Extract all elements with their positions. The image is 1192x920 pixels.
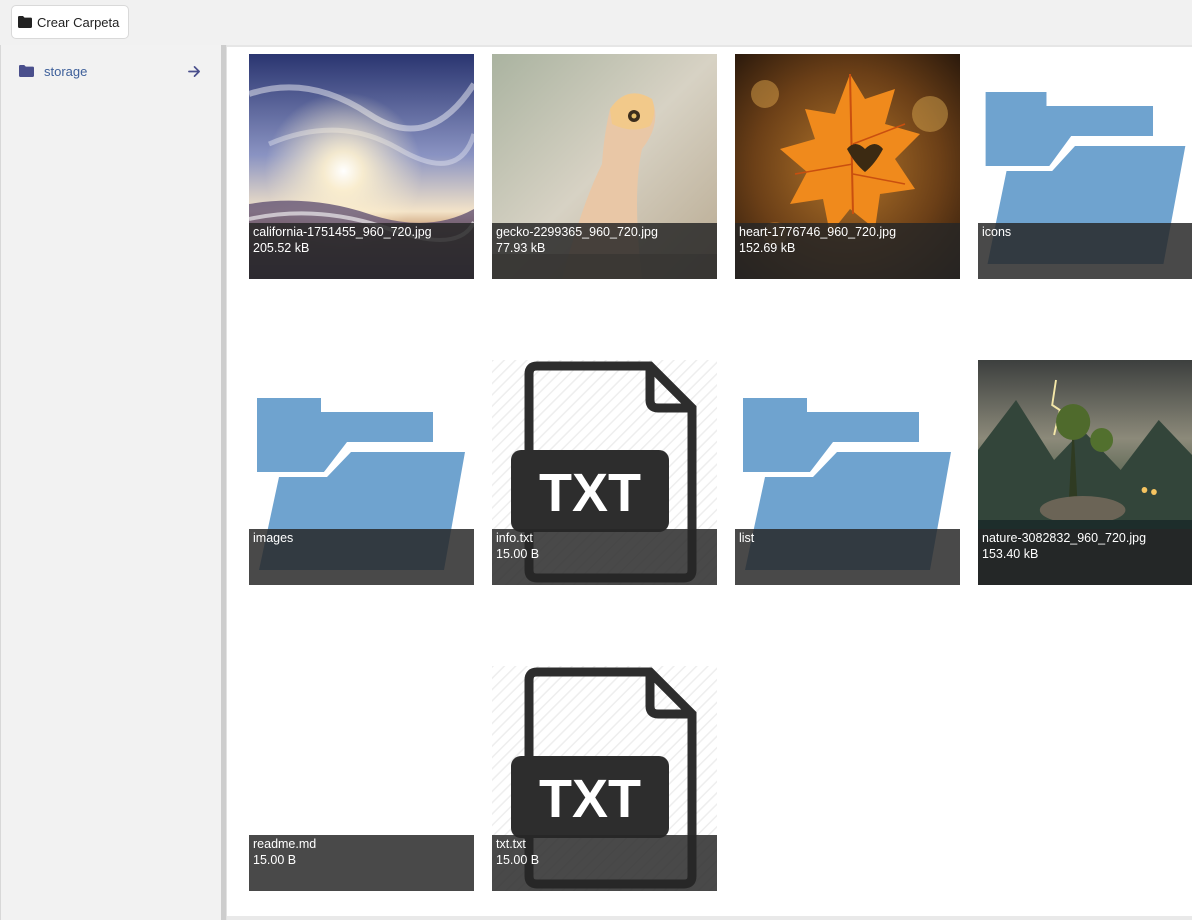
file-caption: icons (978, 223, 1192, 279)
file-tile[interactable]: gecko-2299365_960_720.jpg 77.93 kB (492, 54, 717, 279)
sidebar-item-label: storage (44, 63, 88, 79)
folder-icon (18, 16, 32, 28)
file-name: nature-3082832_960_720.jpg (982, 531, 1147, 545)
file-caption: info.txt 15.00 B (492, 529, 717, 585)
sidebar: storage (0, 45, 221, 920)
file-caption: txt.txt 15.00 B (492, 835, 717, 891)
file-size: 77.93 kB (496, 241, 546, 255)
file-name: icons (982, 225, 1012, 239)
sidebar-item-storage[interactable]: storage (19, 63, 204, 79)
file-size: 15.00 B (496, 547, 540, 561)
file-caption: california-1751455_960_720.jpg 205.52 kB (249, 223, 474, 279)
file-size: 205.52 kB (253, 241, 310, 255)
file-size: 152.69 kB (739, 241, 796, 255)
file-tile[interactable]: list (735, 360, 960, 585)
file-caption: heart-1776746_960_720.jpg 152.69 kB (735, 223, 960, 279)
file-tile[interactable]: TXT info.txt 15.00 B (492, 360, 717, 585)
file-tile[interactable]: icons (978, 54, 1192, 279)
create-folder-label: Crear Carpeta (37, 14, 120, 30)
file-size: 15.00 B (496, 853, 540, 867)
file-name: info.txt (496, 531, 533, 545)
file-name: heart-1776746_960_720.jpg (739, 225, 897, 239)
create-folder-button[interactable]: Crear Carpeta (11, 5, 130, 39)
arrow-right-icon[interactable] (188, 63, 202, 79)
toolbar: Crear Carpeta (0, 0, 1192, 45)
bottom-border (227, 916, 1192, 920)
svg-text:TXT: TXT (539, 463, 641, 523)
file-name: txt.txt (496, 837, 526, 851)
file-size: 153.40 kB (982, 547, 1039, 561)
file-name: images (253, 531, 294, 545)
file-caption: list (735, 529, 960, 585)
file-tile[interactable]: TXT txt.txt 15.00 B (492, 666, 717, 891)
file-tile[interactable]: california-1751455_960_720.jpg 205.52 kB (249, 54, 474, 279)
file-tile[interactable]: nature-3082832_960_720.jpg 153.40 kB (978, 360, 1192, 585)
file-tile[interactable]: images (249, 360, 474, 585)
svg-text:TXT: TXT (539, 769, 641, 829)
folder-icon (19, 65, 34, 77)
file-tile[interactable]: readme.md 15.00 B (249, 666, 474, 891)
file-caption: nature-3082832_960_720.jpg 153.40 kB (978, 529, 1192, 585)
file-name: gecko-2299365_960_720.jpg (496, 225, 658, 239)
file-caption: readme.md 15.00 B (249, 835, 474, 891)
file-caption: gecko-2299365_960_720.jpg 77.93 kB (492, 223, 717, 279)
file-size: 15.00 B (253, 853, 297, 867)
file-tile[interactable]: heart-1776746_960_720.jpg 152.69 kB (735, 54, 960, 279)
file-name: california-1751455_960_720.jpg (253, 225, 432, 239)
file-caption: images (249, 529, 474, 585)
file-grid: california-1751455_960_720.jpg 205.52 kB (227, 45, 1192, 916)
file-name: readme.md (253, 837, 317, 851)
file-name: list (739, 531, 755, 545)
